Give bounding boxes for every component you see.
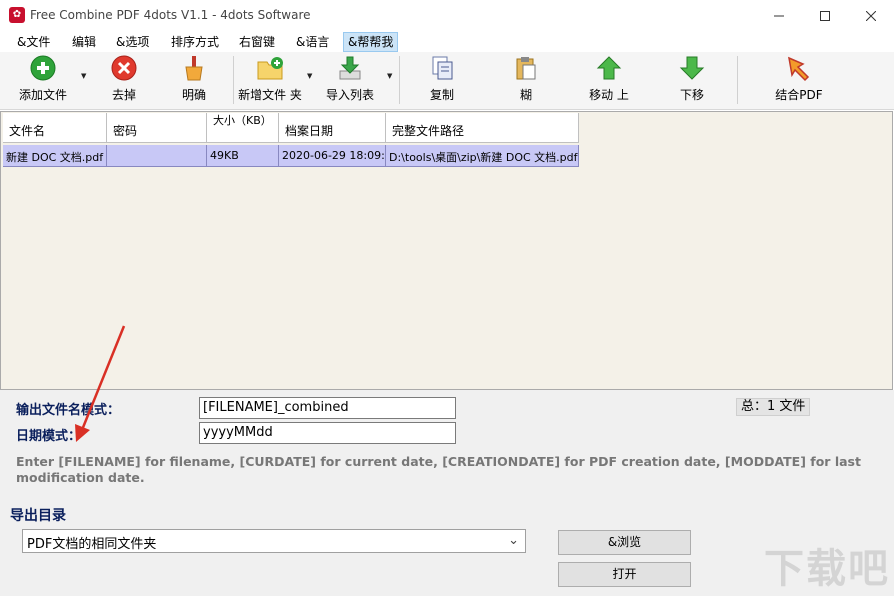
annotation-arrow [75, 325, 126, 442]
